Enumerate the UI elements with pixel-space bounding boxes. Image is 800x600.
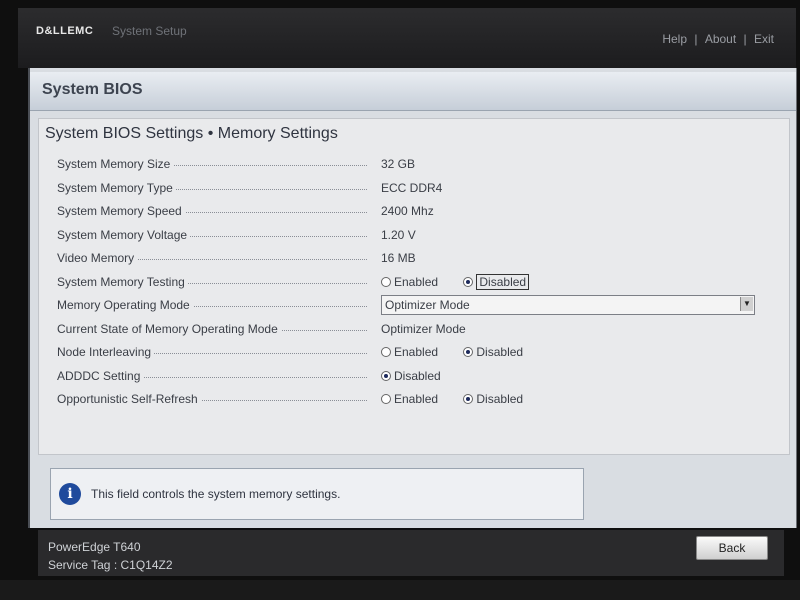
radio-group: Enabled Disabled xyxy=(381,345,545,359)
setting-row-memory-size: System Memory Size 32 GB xyxy=(57,153,777,177)
setting-row-current-operating-mode: Current State of Memory Operating Mode O… xyxy=(57,318,777,342)
setting-label: Opportunistic Self-Refresh xyxy=(57,392,201,406)
app-title: System Setup xyxy=(112,24,187,38)
dell-emc-logo: D&LLEMC xyxy=(36,25,94,37)
radio-option-disabled[interactable]: Disabled xyxy=(463,392,523,406)
window-title: System BIOS xyxy=(42,81,143,98)
radio-selected-icon[interactable] xyxy=(463,347,474,357)
radio-button-icon[interactable] xyxy=(381,347,391,357)
exit-link[interactable]: Exit xyxy=(754,32,774,46)
page-title: System BIOS Settings • Memory Settings xyxy=(45,125,338,142)
setting-label: System Memory Speed xyxy=(57,204,185,218)
settings-panel: System BIOS Settings • Memory Settings S… xyxy=(38,118,790,455)
setting-value: ECC DDR4 xyxy=(381,180,443,195)
setting-row-memory-testing: System Memory Testing Enabled Disabled xyxy=(57,271,777,295)
radio-option-enabled[interactable]: Enabled xyxy=(381,392,438,406)
back-button[interactable]: Back xyxy=(696,536,768,560)
setting-label: System Memory Size xyxy=(57,157,174,171)
radio-option-disabled[interactable]: Disabled xyxy=(381,369,441,383)
setting-label: System Memory Voltage xyxy=(57,227,191,242)
setting-row-self-refresh: Opportunistic Self-Refresh Enabled Disab… xyxy=(57,388,777,412)
help-link[interactable]: Help xyxy=(662,32,687,46)
setting-row-memory-type: System Memory Type ECC DDR4 xyxy=(57,177,777,201)
service-tag: Service Tag : C1Q14Z2 xyxy=(48,558,173,572)
setting-label: System Memory Testing xyxy=(57,274,188,289)
dropdown-value: Optimizer Mode xyxy=(385,298,470,312)
settings-list: System Memory Size 32 GB System Memory T… xyxy=(57,153,777,412)
radio-option-disabled[interactable]: Disabled xyxy=(463,273,530,290)
main-frame: System BIOS System BIOS Settings • Memor… xyxy=(28,68,797,528)
setting-value: 16 MB xyxy=(381,251,416,265)
setting-value: Optimizer Mode xyxy=(381,321,466,336)
top-header: D&LLEMC System Setup Help | About | Exit xyxy=(18,8,796,68)
help-text: This field controls the system memory se… xyxy=(91,487,341,501)
footer-bar: PowerEdge T640 Service Tag : C1Q14Z2 Bac… xyxy=(38,530,784,576)
setting-row-adddc: ADDDC Setting Disabled xyxy=(57,365,777,389)
radio-button-icon[interactable] xyxy=(381,276,391,287)
setting-label: Memory Operating Mode xyxy=(57,298,193,312)
radio-option-enabled[interactable]: Enabled xyxy=(381,275,438,289)
help-box: i This field controls the system memory … xyxy=(50,468,584,520)
model-name: PowerEdge T640 xyxy=(48,540,141,554)
radio-selected-icon[interactable] xyxy=(463,394,474,404)
window-titlebar: System BIOS xyxy=(30,72,796,111)
setting-label: Node Interleaving xyxy=(57,345,155,359)
radio-group: Enabled Disabled xyxy=(381,392,545,406)
setting-row-node-interleaving: Node Interleaving Enabled Disabled xyxy=(57,341,777,365)
info-icon: i xyxy=(59,483,81,505)
operating-mode-dropdown[interactable]: Optimizer Mode ▼ xyxy=(381,295,755,315)
radio-option-disabled[interactable]: Disabled xyxy=(463,345,523,359)
setting-label: ADDDC Setting xyxy=(57,368,144,383)
link-separator: | xyxy=(743,32,747,46)
setting-row-memory-speed: System Memory Speed 2400 Mhz xyxy=(57,200,777,224)
setting-value: 2400 Mhz xyxy=(381,204,434,218)
dropdown-arrow-icon[interactable]: ▼ xyxy=(740,297,753,311)
about-link[interactable]: About xyxy=(705,32,736,46)
radio-selected-icon[interactable] xyxy=(381,370,391,381)
setting-row-video-memory: Video Memory 16 MB xyxy=(57,247,777,271)
top-links: Help | About | Exit xyxy=(660,32,776,46)
setting-row-memory-operating-mode: Memory Operating Mode Optimizer Mode ▼ xyxy=(57,294,777,318)
setting-label: Current State of Memory Operating Mode xyxy=(57,321,281,336)
radio-group: Enabled Disabled xyxy=(381,273,551,290)
link-separator: | xyxy=(694,32,698,46)
setting-label: Video Memory xyxy=(57,251,138,265)
radio-group: Disabled xyxy=(381,369,463,383)
setting-value: 1.20 V xyxy=(381,227,416,242)
radio-button-icon[interactable] xyxy=(381,394,391,404)
monitor-bezel xyxy=(0,580,800,600)
setting-value: 32 GB xyxy=(381,157,416,171)
radio-selected-icon[interactable] xyxy=(463,276,474,287)
radio-option-enabled[interactable]: Enabled xyxy=(381,345,438,359)
setting-label: System Memory Type xyxy=(57,180,176,195)
setting-row-memory-voltage: System Memory Voltage 1.20 V xyxy=(57,224,777,248)
